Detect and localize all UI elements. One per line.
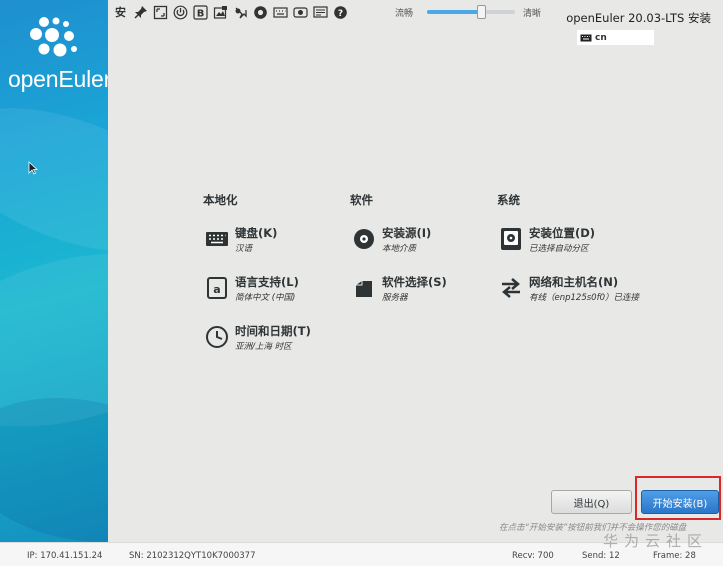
category-localization-title: 本地化: [203, 193, 238, 207]
svg-text:a: a: [213, 283, 220, 296]
spoke-name: 键盘(K): [235, 226, 278, 240]
clock-icon: [206, 326, 228, 348]
brand-name: openEuler: [8, 66, 108, 92]
package-icon: [356, 281, 372, 297]
spoke-status: 亚洲/上海 时区: [235, 342, 292, 352]
decorative-wave: [0, 380, 108, 542]
bold-b-icon[interactable]: B: [192, 4, 208, 20]
status-ip: IP: 170.41.151.24: [27, 551, 103, 561]
disc-icon: [354, 229, 374, 249]
spoke-status: 有线（enp125s0f0）已连接: [529, 293, 639, 303]
language-icon: a: [207, 277, 227, 299]
fit-screen-icon[interactable]: [153, 5, 168, 20]
brand-sidebar: openEuler: [0, 0, 108, 542]
record-icon[interactable]: [253, 5, 268, 20]
keyboard-icon: [580, 34, 592, 41]
status-frame: Frame: 28: [653, 551, 696, 561]
slider-right-label: 清晰: [523, 9, 542, 19]
keyboard-icon: [206, 232, 228, 246]
spoke-status: 汉语: [235, 244, 253, 254]
begin-installation-button[interactable]: 开始安装(B): [641, 490, 719, 514]
svg-text:B: B: [196, 8, 204, 19]
quality-slider[interactable]: 流畅 清晰: [395, 5, 545, 19]
slider-left-label: 流畅: [395, 9, 414, 19]
mouse-icon[interactable]: [233, 5, 248, 20]
spoke-name: 安装位置(D): [529, 226, 596, 240]
openeuler-logo-icon: [30, 17, 77, 57]
slider-fill: [427, 10, 482, 14]
svg-text:?: ?: [337, 9, 342, 19]
disk-icon: [501, 228, 521, 250]
keyboard-layout-value: cn: [595, 32, 607, 43]
spoke-name: 语言支持(L): [235, 275, 299, 289]
slider-knob[interactable]: [477, 5, 487, 19]
status-sn: SN: 2102312QYT10K7000377: [129, 551, 256, 561]
spoke-time-date[interactable]: 时间和日期(T) 亚洲/上海 时区: [205, 324, 311, 352]
camera-icon[interactable]: [292, 5, 308, 20]
mouse-pointer-icon: [28, 161, 38, 175]
keyboard-layout-indicator[interactable]: cn: [577, 30, 654, 45]
spoke-language-support[interactable]: a 语言支持(L) 简体中文 (中国): [205, 275, 299, 303]
pin-icon[interactable]: [133, 5, 148, 20]
spoke-status: 服务器: [382, 293, 408, 303]
power-icon[interactable]: [173, 5, 188, 20]
spoke-keyboard[interactable]: 键盘(K) 汉语: [205, 226, 277, 254]
decorative-wave: [0, 79, 108, 281]
spoke-installation-destination[interactable]: 安装位置(D) 已选择自动分区: [499, 226, 595, 254]
watermark: 华为云社区: [603, 532, 709, 550]
spoke-status: 本地介质: [382, 244, 417, 254]
status-send: Send: 12: [582, 551, 620, 561]
category-software-title: 软件: [350, 193, 373, 207]
quit-button[interactable]: 退出(Q): [551, 490, 632, 514]
status-recv: Recv: 700: [512, 551, 554, 561]
chat-icon[interactable]: [312, 5, 328, 20]
spoke-name: 安装源(I): [382, 226, 432, 240]
spoke-name: 时间和日期(T): [235, 324, 311, 338]
spoke-status: 简体中文 (中国): [235, 293, 296, 303]
category-system-title: 系统: [497, 193, 520, 207]
spoke-name: 网络和主机名(N): [529, 275, 619, 289]
slider-track[interactable]: [427, 5, 515, 19]
image-icon[interactable]: [213, 5, 228, 20]
product-title: openEuler 20.03-LTS 安装: [566, 11, 711, 25]
spoke-name: 软件选择(S): [382, 275, 447, 289]
spoke-network-hostname[interactable]: 网络和主机名(N) 有线（enp125s0f0）已连接: [499, 275, 639, 303]
window-title-fragment: 安: [115, 6, 126, 19]
network-icon: [502, 278, 520, 298]
spoke-installation-source[interactable]: 安装源(I) 本地介质: [352, 226, 431, 254]
spoke-software-selection[interactable]: 软件选择(S) 服务器: [352, 275, 447, 303]
keyboard-icon[interactable]: [272, 5, 288, 20]
help-icon[interactable]: ?: [333, 5, 348, 20]
spoke-status: 已选择自动分区: [529, 244, 589, 254]
